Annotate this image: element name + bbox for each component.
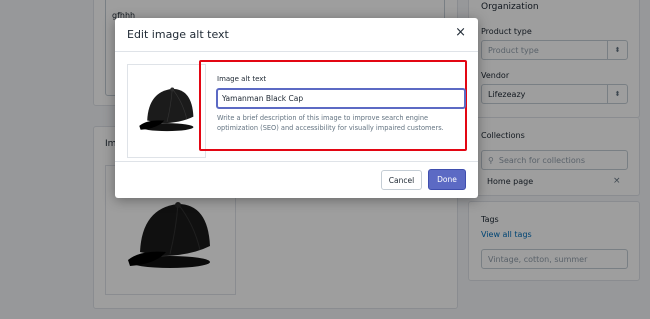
alt-text-input[interactable] [216,88,466,109]
alt-text-help: Write a brief description of this image … [217,114,444,132]
modal-footer: Cancel Done [115,161,478,198]
modal-header: Edit image alt text × [115,18,478,52]
done-button[interactable]: Done [428,169,466,190]
image-thumbnail [127,64,206,158]
black-cap-image [139,87,194,132]
edit-alt-text-modal: Edit image alt text × Image alt text Wri… [115,18,478,198]
close-icon[interactable]: × [455,25,466,40]
cancel-button[interactable]: Cancel [381,170,422,190]
modal-title: Edit image alt text [127,28,229,41]
alt-text-label: Image alt text [217,75,267,83]
